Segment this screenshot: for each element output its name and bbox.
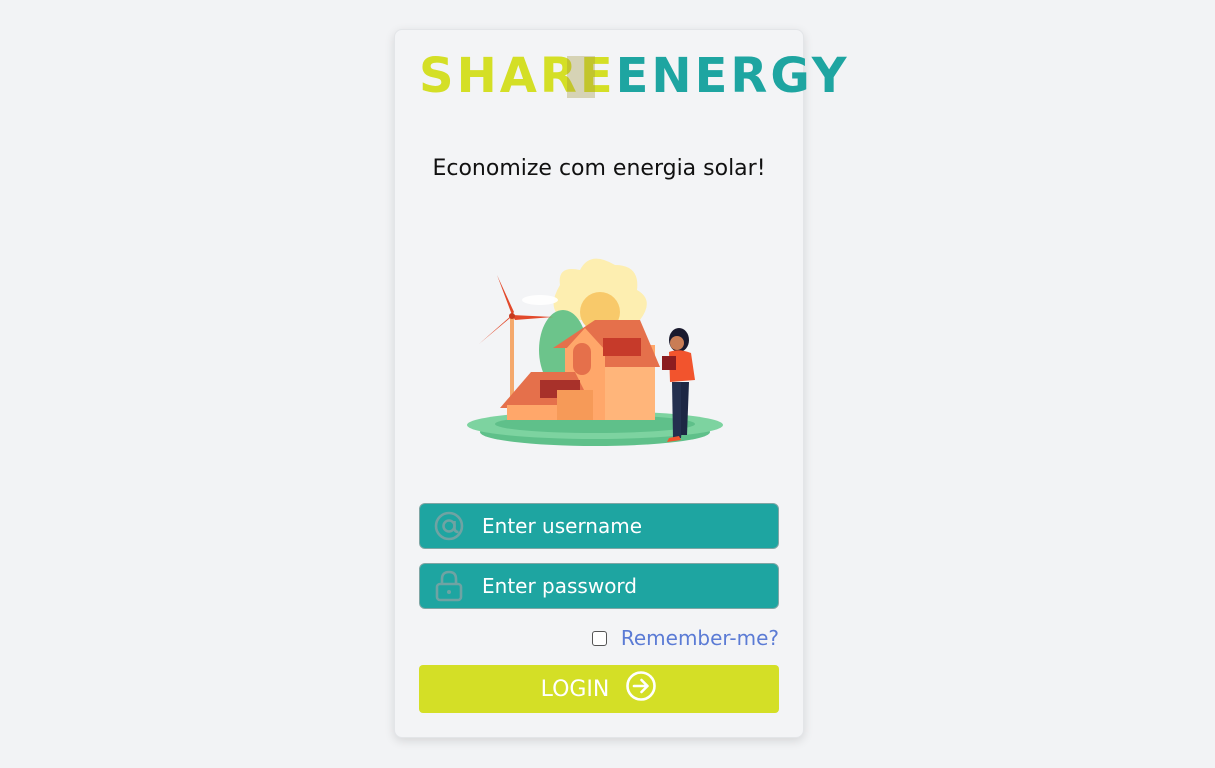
remember-me-row: Remember-me?: [591, 626, 779, 650]
remember-me-checkbox[interactable]: [591, 630, 607, 646]
tagline: Economize com energia solar!: [432, 156, 766, 181]
username-input[interactable]: [478, 504, 778, 548]
at-icon: [420, 503, 478, 549]
remember-me-label[interactable]: Remember-me?: [621, 626, 779, 650]
login-button[interactable]: LOGIN: [419, 665, 779, 713]
arrow-right-circle-icon: [625, 670, 657, 708]
login-card: SHAREENERGY Economize com energia solar!: [394, 29, 846, 738]
lock-icon: [420, 563, 478, 609]
logo-overlap-accent: [567, 56, 595, 98]
solar-house-illustration: [467, 258, 723, 446]
login-button-label: LOGIN: [540, 676, 610, 702]
username-field[interactable]: [419, 503, 779, 549]
password-input[interactable]: [478, 564, 778, 608]
password-field[interactable]: [419, 563, 779, 609]
brand-logo: SHAREENERGY: [419, 48, 846, 104]
logo-energy-text: ENERGY: [615, 48, 850, 104]
